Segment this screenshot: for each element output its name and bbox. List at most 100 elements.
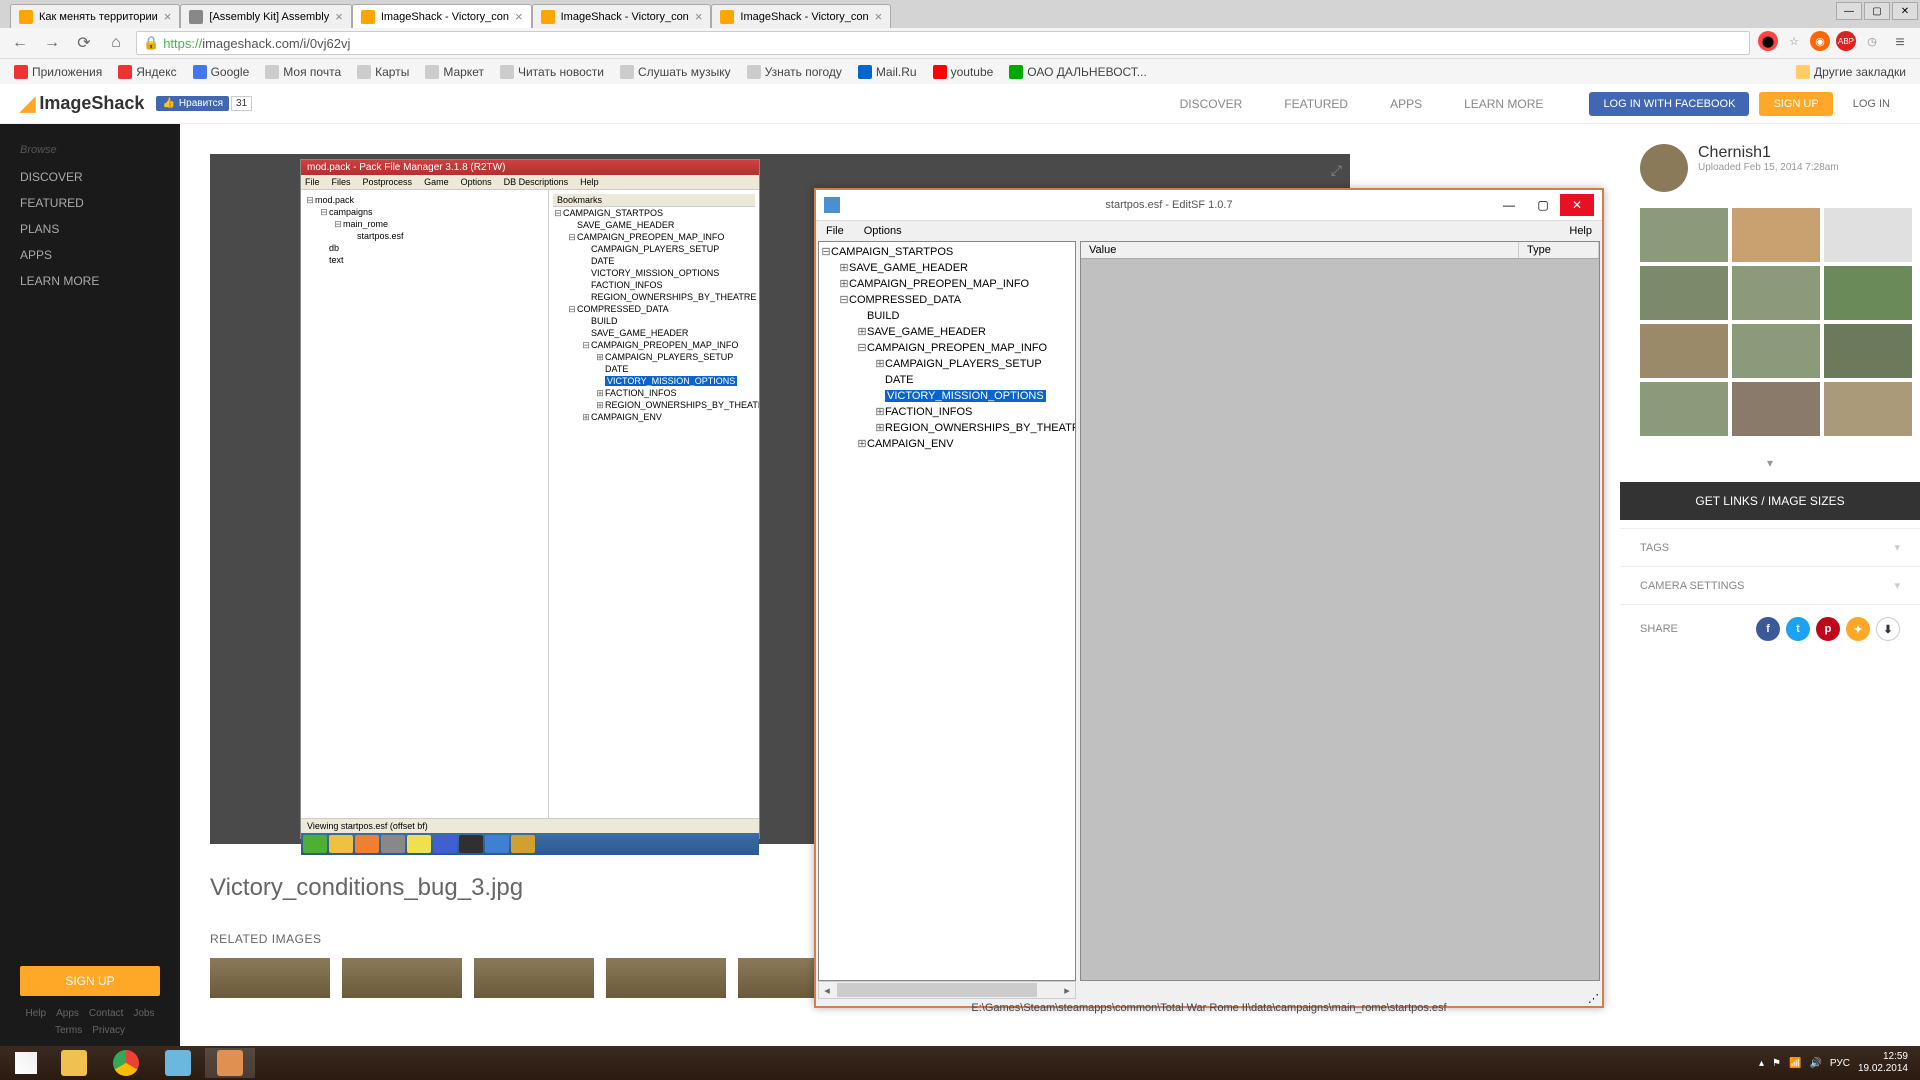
home-button[interactable]: ⌂ bbox=[104, 31, 128, 55]
related-thumb[interactable] bbox=[474, 958, 594, 998]
scroll-left-icon[interactable]: ◂ bbox=[819, 984, 835, 997]
editsf-tree[interactable]: ⊟CAMPAIGN_STARTPOS⊞SAVE_GAME_HEADER⊞CAMP… bbox=[818, 241, 1076, 981]
reload-button[interactable]: ⟳ bbox=[72, 31, 96, 55]
start-button[interactable] bbox=[4, 1048, 48, 1078]
nav-discover[interactable]: DISCOVER bbox=[1174, 97, 1249, 111]
thumb[interactable] bbox=[1732, 382, 1820, 436]
share-icon[interactable]: ✦ bbox=[1846, 617, 1870, 641]
scroll-right-icon[interactable]: ▸ bbox=[1059, 984, 1075, 997]
close-icon[interactable]: × bbox=[875, 9, 883, 24]
menu-options[interactable]: Options bbox=[864, 225, 902, 237]
twitter-icon[interactable]: t bbox=[1786, 617, 1810, 641]
pinterest-icon[interactable]: p bbox=[1816, 617, 1840, 641]
close-icon[interactable]: × bbox=[515, 9, 523, 24]
grid-col-value[interactable]: Value bbox=[1081, 242, 1519, 258]
taskbar-item[interactable] bbox=[101, 1048, 151, 1078]
sidebar-item-discover[interactable]: DISCOVER bbox=[0, 164, 180, 190]
network-icon[interactable]: 📶 bbox=[1789, 1058, 1801, 1069]
abp-icon[interactable]: ABP bbox=[1836, 31, 1856, 51]
tray-chevron-icon[interactable]: ▴ bbox=[1759, 1058, 1764, 1069]
login-facebook-button[interactable]: LOG IN WITH FACEBOOK bbox=[1589, 92, 1749, 116]
bookmark-item[interactable]: Слушать музыку bbox=[614, 63, 737, 81]
facebook-icon[interactable]: f bbox=[1756, 617, 1780, 641]
close-icon[interactable]: × bbox=[164, 9, 172, 24]
menu-button[interactable]: ≡ bbox=[1888, 31, 1912, 55]
menu-file[interactable]: File bbox=[826, 225, 844, 237]
editsf-hscrollbar[interactable]: ◂ ▸ bbox=[818, 981, 1076, 999]
browser-tab[interactable]: ImageShack - Victory_con× bbox=[352, 4, 532, 28]
bookmark-item[interactable]: Моя почта bbox=[259, 63, 347, 81]
signup-button[interactable]: SIGN UP bbox=[1759, 92, 1832, 116]
browser-tab[interactable]: Как менять территории× bbox=[10, 4, 180, 28]
browser-tab[interactable]: [Assembly Kit] Assembly× bbox=[180, 4, 351, 28]
browser-tab[interactable]: ImageShack - Victory_con× bbox=[532, 4, 712, 28]
thumb[interactable] bbox=[1732, 324, 1820, 378]
taskbar-item[interactable] bbox=[205, 1048, 255, 1078]
clock[interactable]: 12:59 19.02.2014 bbox=[1858, 1051, 1908, 1075]
bookmark-item[interactable]: Приложения bbox=[8, 63, 108, 81]
taskbar-item[interactable] bbox=[153, 1048, 203, 1078]
bookmark-item[interactable]: youtube bbox=[927, 63, 1000, 81]
related-thumb[interactable] bbox=[342, 958, 462, 998]
related-thumb[interactable] bbox=[210, 958, 330, 998]
avatar[interactable] bbox=[1640, 144, 1688, 192]
bookmark-item[interactable]: Mail.Ru bbox=[852, 63, 923, 81]
footer-link[interactable]: Jobs bbox=[133, 1008, 154, 1019]
thumb[interactable] bbox=[1732, 208, 1820, 262]
address-bar[interactable]: 🔒 https://imageshack.com/i/0vj62vj bbox=[136, 31, 1750, 55]
footer-link[interactable]: Apps bbox=[56, 1008, 79, 1019]
minimize-button[interactable]: — bbox=[1836, 2, 1862, 20]
footer-link[interactable]: Privacy bbox=[92, 1025, 125, 1036]
close-button[interactable]: ✕ bbox=[1560, 194, 1594, 216]
bookmark-item[interactable]: Узнать погоду bbox=[741, 63, 848, 81]
sidebar-item-learn-more[interactable]: LEARN MORE bbox=[0, 268, 180, 294]
editsf-titlebar[interactable]: startpos.esf - EditSF 1.0.7 — ▢ ✕ bbox=[816, 190, 1602, 221]
footer-link[interactable]: Help bbox=[26, 1008, 47, 1019]
download-icon[interactable]: ⬇ bbox=[1876, 617, 1900, 641]
related-thumb[interactable] bbox=[606, 958, 726, 998]
maximize-button[interactable]: ▢ bbox=[1526, 194, 1560, 216]
login-button[interactable]: LOG IN bbox=[1843, 92, 1900, 116]
thumb[interactable] bbox=[1640, 266, 1728, 320]
uploader-name[interactable]: Chernish1 bbox=[1698, 144, 1839, 162]
thumb[interactable] bbox=[1640, 382, 1728, 436]
close-button[interactable]: ✕ bbox=[1892, 2, 1918, 20]
nav-learn-more[interactable]: LEARN MORE bbox=[1458, 97, 1549, 111]
resize-grip-icon[interactable]: ⋰ bbox=[1588, 992, 1602, 1006]
extension-icon[interactable]: ◷ bbox=[1862, 31, 1882, 51]
thumb-nav-down[interactable]: ▾ bbox=[1620, 452, 1920, 474]
thumb[interactable] bbox=[1640, 208, 1728, 262]
taskbar-item[interactable] bbox=[49, 1048, 99, 1078]
back-button[interactable]: ← bbox=[8, 31, 32, 55]
sidebar-signup-button[interactable]: SIGN UP bbox=[20, 966, 160, 996]
extension-icon[interactable]: ◉ bbox=[1810, 31, 1830, 51]
menu-help[interactable]: Help bbox=[1569, 225, 1592, 237]
volume-icon[interactable]: 🔊 bbox=[1809, 1058, 1821, 1069]
sidebar-item-featured[interactable]: FEATURED bbox=[0, 190, 180, 216]
sidebar-item-apps[interactable]: APPS bbox=[0, 242, 180, 268]
bookmark-star-icon[interactable]: ☆ bbox=[1784, 31, 1804, 51]
grid-col-type[interactable]: Type bbox=[1519, 242, 1599, 258]
editsf-grid[interactable]: Value Type bbox=[1080, 241, 1600, 981]
thumb[interactable] bbox=[1732, 266, 1820, 320]
thumb[interactable] bbox=[1824, 208, 1912, 262]
camera-settings-section[interactable]: CAMERA SETTINGS▾ bbox=[1620, 566, 1920, 604]
other-bookmarks[interactable]: Другие закладки bbox=[1790, 63, 1912, 81]
thumb[interactable] bbox=[1824, 382, 1912, 436]
footer-link[interactable]: Contact bbox=[89, 1008, 123, 1019]
fb-like-button[interactable]: 👍 Нравится bbox=[156, 96, 229, 111]
forward-button[interactable]: → bbox=[40, 31, 64, 55]
language-indicator[interactable]: РУС bbox=[1830, 1058, 1850, 1069]
extension-icon[interactable]: ⬤ bbox=[1758, 31, 1778, 51]
footer-link[interactable]: Terms bbox=[55, 1025, 82, 1036]
site-logo[interactable]: ◢ImageShack bbox=[20, 91, 144, 116]
thumb[interactable] bbox=[1824, 324, 1912, 378]
get-links-button[interactable]: GET LINKS / IMAGE SIZES bbox=[1620, 482, 1920, 520]
flag-icon[interactable]: ⚑ bbox=[1772, 1058, 1781, 1069]
nav-featured[interactable]: FEATURED bbox=[1278, 97, 1354, 111]
sidebar-item-plans[interactable]: PLANS bbox=[0, 216, 180, 242]
thumb[interactable] bbox=[1640, 324, 1728, 378]
close-icon[interactable]: × bbox=[695, 9, 703, 24]
tags-section[interactable]: TAGS▾ bbox=[1620, 528, 1920, 566]
browser-tab[interactable]: ImageShack - Victory_con× bbox=[711, 4, 891, 28]
